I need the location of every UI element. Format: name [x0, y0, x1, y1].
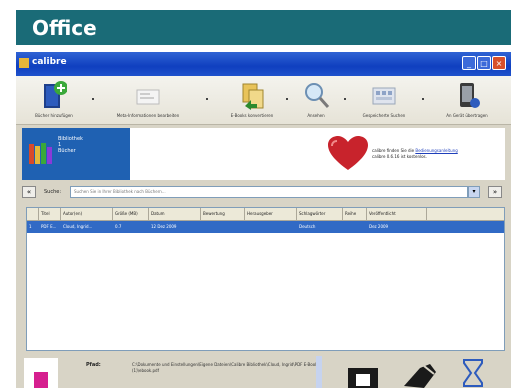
cell-author: Cloud, Ingrid...	[63, 224, 93, 229]
prev-button[interactable]: «	[22, 186, 36, 198]
view-button[interactable]: Ansehen	[292, 78, 340, 122]
table-row[interactable]: 1 PDF E... Cloud, Ingrid... 0.7 12 Dez 2…	[27, 221, 504, 233]
col-header-series[interactable]: Reihe	[343, 208, 367, 220]
book-table: Titel Autor(en) Größe (MB) Datum Bewertu…	[26, 207, 505, 351]
maximize-button[interactable]: □	[477, 56, 491, 70]
book-cover[interactable]	[24, 358, 58, 388]
search-label: Suche:	[44, 189, 62, 195]
cell-tags: Deutsch	[299, 224, 316, 229]
col-header-size[interactable]: Größe (MB)	[113, 208, 149, 220]
manual-link[interactable]: Bedienungsanleitung	[415, 148, 457, 153]
close-button[interactable]: ×	[492, 56, 506, 70]
info-text: calibre finden Sie die Bedienungsanleitu…	[372, 148, 502, 160]
toolbar-separator	[92, 98, 94, 100]
convert-books-button[interactable]: E-Books konvertieren	[212, 78, 292, 122]
save-icon[interactable]	[346, 366, 382, 388]
path-label: Pfad:	[86, 362, 101, 368]
details-panel: Pfad: C:\Dokumente und Einstellungen\Eig…	[16, 354, 511, 388]
device-icon	[460, 83, 480, 108]
col-header-author[interactable]: Autor(en)	[61, 208, 113, 220]
add-books-label: Bücher hinzufügen	[35, 113, 73, 118]
library-button[interactable]: Bibliothek 1 Bücher	[22, 128, 130, 180]
minimize-button[interactable]: _	[462, 56, 476, 70]
col-header-rating[interactable]: Bewertung	[201, 208, 245, 220]
cell-rating	[201, 221, 245, 233]
col-header-title[interactable]: Titel	[39, 208, 61, 220]
send-to-device-label: An Gerät übertragen	[446, 113, 488, 118]
search-input[interactable]: Suchen Sie in Ihrer Bibliothek nach Büch…	[70, 186, 468, 198]
saved-searches-button[interactable]: Gespeicherte Suchen	[350, 78, 418, 122]
info-text-prefix: calibre finden Sie die	[372, 148, 415, 153]
cover-image	[34, 372, 48, 388]
saved-searches-icon	[372, 87, 396, 105]
edit-icon[interactable]	[400, 362, 440, 388]
library-label: Bibliothek 1 Bücher	[58, 136, 83, 154]
search-dropdown[interactable]: ▾	[468, 186, 480, 198]
calibre-window: calibre _ □ × Bücher hinzufügen Meta-Inf…	[16, 52, 511, 388]
add-book-icon	[44, 81, 67, 108]
edit-metadata-icon	[136, 89, 160, 105]
edit-metadata-label: Meta-Informationen bearbeiten	[116, 113, 180, 118]
info-panel: Bibliothek 1 Bücher calibre finden Sie d…	[22, 128, 505, 180]
row-number: 1	[29, 224, 32, 229]
next-button[interactable]: »	[488, 186, 502, 198]
toolbar-separator	[422, 98, 424, 100]
app-icon	[19, 58, 29, 68]
cell-published: Dez 2009	[369, 224, 389, 229]
edit-metadata-button[interactable]: Meta-Informationen bearbeiten	[98, 78, 198, 122]
toolbar-separator	[286, 98, 288, 100]
col-header-date[interactable]: Datum	[149, 208, 201, 220]
cell-size: 0.7	[115, 224, 122, 229]
magnifier-icon	[305, 83, 330, 108]
details-scrollbar[interactable]	[316, 356, 322, 388]
toolbar-separator	[344, 98, 346, 100]
cell-title: PDF E...	[41, 224, 57, 229]
convert-books-label: E-Books konvertieren	[230, 113, 274, 118]
saved-searches-label: Gespeicherte Suchen	[362, 113, 406, 118]
send-to-device-button[interactable]: An Gerät übertragen	[428, 78, 506, 122]
title-bar[interactable]: calibre _ □ ×	[16, 52, 511, 76]
row-num-header	[27, 208, 39, 220]
col-header-tags[interactable]: Schlagwörter	[297, 208, 343, 220]
books-icon	[29, 143, 52, 164]
table-header: Titel Autor(en) Größe (MB) Datum Bewertu…	[27, 208, 504, 221]
info-text-suffix: calibre 0.6.16 ist kostenlos.	[372, 154, 427, 159]
cell-date: 12 Dez 2009	[151, 224, 177, 229]
col-header-published[interactable]: Veröffentlicht	[367, 208, 427, 220]
toolbar: Bücher hinzufügen Meta-Informationen bea…	[16, 76, 511, 125]
banner-title: Office	[32, 16, 97, 40]
office-banner: Office	[16, 10, 511, 45]
search-bar: « Suche: Suchen Sie in Ihrer Bibliothek …	[22, 186, 505, 200]
toolbar-separator	[206, 98, 208, 100]
convert-icon	[242, 83, 264, 110]
cell-series	[343, 221, 367, 233]
view-label: Ansehen	[307, 113, 325, 118]
heart-icon	[328, 136, 368, 170]
col-header-publisher[interactable]: Herausgeber	[245, 208, 297, 220]
window-title: calibre	[32, 57, 67, 67]
add-books-button[interactable]: Bücher hinzufügen	[20, 78, 88, 122]
cell-publisher	[245, 221, 297, 233]
path-value[interactable]: C:\Dokumente und Einstellungen\Eigene Da…	[132, 362, 322, 374]
hourglass-icon	[463, 359, 483, 387]
